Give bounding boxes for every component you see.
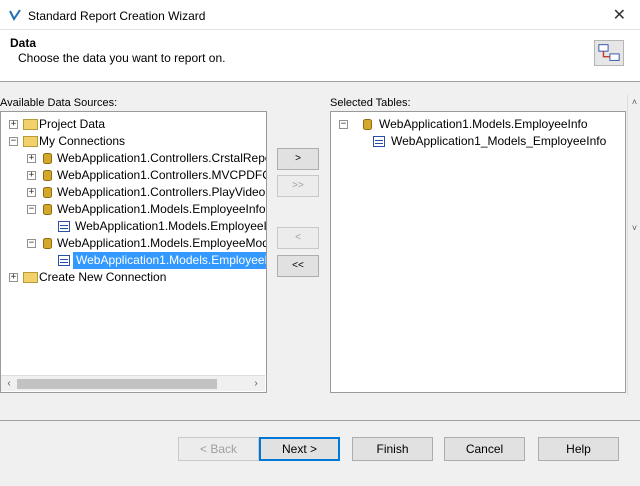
tree-item-label: WebApplication1.Models.EmployeeInfo [379,117,588,131]
remove-all-button[interactable]: << [277,255,319,277]
folder-icon [23,136,38,147]
available-data-sources-tree[interactable]: + Project Data − My Connections + WebApp… [0,111,267,393]
add-all-button[interactable]: >> [277,175,319,197]
table-link-icon [594,40,624,66]
tree-item-label: WebApplication1.Models.EmployeeInfo [75,219,267,233]
cancel-button[interactable]: Cancel [444,437,525,461]
back-button[interactable]: < Back [178,437,259,461]
scroll-right-icon[interactable]: › [249,377,263,391]
page-subtitle: Choose the data you want to report on. [18,51,226,65]
tree-item-label: WebApplication1.Models.EmployeeModel [57,236,267,250]
remove-button[interactable]: < [277,227,319,249]
scroll-thumb[interactable] [17,379,217,389]
expand-icon[interactable]: + [27,171,36,180]
close-icon[interactable]: ✕ [613,5,626,25]
selected-tables-label: Selected Tables: [330,97,411,109]
scroll-left-icon[interactable]: ‹ [2,377,16,391]
expand-icon[interactable]: + [27,154,36,163]
available-data-sources-label: Available Data Sources: [0,97,118,109]
page-title: Data [10,36,37,50]
crystal-reports-icon [9,9,21,21]
expand-icon[interactable]: + [27,188,36,197]
expand-icon[interactable]: + [9,273,18,282]
folder-icon [23,119,38,130]
tree-item-label: My Connections [39,134,126,148]
tree-item-label: WebApplication1.Controllers.CrstalReport… [57,151,267,165]
tree-item-label: WebApplication1_Models_EmployeeInfo [391,134,607,148]
database-icon [43,204,52,215]
next-button[interactable]: Next > [259,437,340,461]
tree-item-label: WebApplication1.Models.EmployeeInfo [57,202,266,216]
collapse-icon[interactable]: − [27,205,36,214]
collapse-icon[interactable]: − [339,120,348,129]
title-bar: Standard Report Creation Wizard ✕ [0,0,640,30]
horizontal-scrollbar[interactable]: ‹ › [1,375,265,391]
folder-icon [23,272,38,283]
tree-item-label: Create New Connection [39,270,167,284]
vertical-scrollbar[interactable]: ˄ ˅ [627,95,640,395]
window-title: Standard Report Creation Wizard [28,9,206,23]
database-icon [43,187,52,198]
finish-button[interactable]: Finish [352,437,433,461]
database-icon [43,238,52,249]
collapse-icon[interactable]: − [27,239,36,248]
database-icon [43,153,52,164]
footer-divider [0,420,640,421]
scroll-down-icon[interactable]: ˅ [628,221,640,235]
scroll-up-icon[interactable]: ˄ [628,95,640,109]
table-icon [58,221,70,232]
collapse-icon[interactable]: − [9,137,18,146]
database-icon [363,119,372,130]
help-button[interactable]: Help [538,437,619,461]
table-icon [58,255,70,266]
tree-item-table-selected[interactable]: WebApplication1.Models.EmployeeMo [1,252,266,269]
tree-item-label: WebApplication1.Controllers.MVCPDFCon [57,168,267,182]
tree-item-label: WebApplication1.Models.EmployeeMo [73,252,266,269]
add-button[interactable]: > [277,148,319,170]
selected-tables-tree[interactable]: − WebApplication1.Models.EmployeeInfo We… [330,111,626,393]
tree-item-label: WebApplication1.Controllers.PlayVideoLiv [57,185,267,199]
expand-icon[interactable]: + [9,120,18,129]
tree-item-label: Project Data [39,117,106,131]
table-icon [373,136,385,147]
wizard-header: Data Choose the data you want to report … [0,30,640,82]
database-icon [43,170,52,181]
